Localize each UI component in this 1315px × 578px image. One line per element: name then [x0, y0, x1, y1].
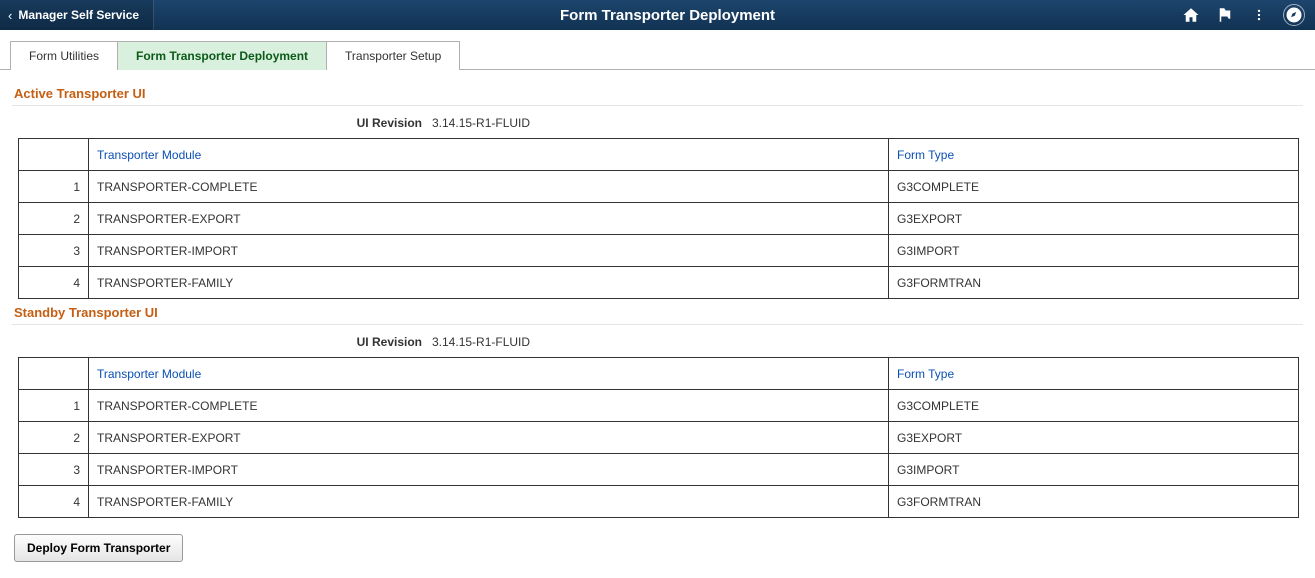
standby-revision-row: UI Revision 3.14.15-R1-FLUID: [12, 335, 1303, 349]
table-row: 2 TRANSPORTER-EXPORT G3EXPORT: [19, 422, 1299, 454]
col-form-type[interactable]: Form Type: [889, 358, 1299, 390]
active-revision-value: 3.14.15-R1-FLUID: [432, 116, 530, 130]
table-row: 1 TRANSPORTER-COMPLETE G3COMPLETE: [19, 171, 1299, 203]
section-title-active: Active Transporter UI: [14, 86, 1303, 101]
row-number: 2: [19, 422, 89, 454]
deploy-form-transporter-button[interactable]: Deploy Form Transporter: [14, 534, 183, 562]
row-number: 2: [19, 203, 89, 235]
compass-icon[interactable]: [1283, 4, 1305, 26]
app-header: ‹ Manager Self Service Form Transporter …: [0, 0, 1315, 30]
cell-module: TRANSPORTER-EXPORT: [89, 203, 889, 235]
page-title: Form Transporter Deployment: [154, 7, 1181, 24]
active-transporter-table: Transporter Module Form Type 1 TRANSPORT…: [18, 138, 1299, 299]
active-revision-label: UI Revision: [12, 116, 432, 130]
cell-form-type: G3EXPORT: [889, 422, 1299, 454]
col-blank: [19, 358, 89, 390]
table-row: 3 TRANSPORTER-IMPORT G3IMPORT: [19, 235, 1299, 267]
cell-module: TRANSPORTER-COMPLETE: [89, 171, 889, 203]
cell-form-type: G3FORMTRAN: [889, 486, 1299, 518]
cell-module: TRANSPORTER-FAMILY: [89, 486, 889, 518]
row-number: 4: [19, 486, 89, 518]
row-number: 3: [19, 235, 89, 267]
cell-module: TRANSPORTER-FAMILY: [89, 267, 889, 299]
col-transporter-module[interactable]: Transporter Module: [89, 139, 889, 171]
tab-bar: Form Utilities Form Transporter Deployme…: [0, 30, 1315, 70]
active-revision-row: UI Revision 3.14.15-R1-FLUID: [12, 116, 1303, 130]
home-icon[interactable]: [1181, 5, 1201, 25]
cell-module: TRANSPORTER-IMPORT: [89, 454, 889, 486]
flag-icon[interactable]: [1215, 5, 1235, 25]
standby-revision-value: 3.14.15-R1-FLUID: [432, 335, 530, 349]
section-title-standby: Standby Transporter UI: [14, 305, 1303, 320]
table-row: 4 TRANSPORTER-FAMILY G3FORMTRAN: [19, 267, 1299, 299]
table-row: 3 TRANSPORTER-IMPORT G3IMPORT: [19, 454, 1299, 486]
col-form-type[interactable]: Form Type: [889, 139, 1299, 171]
cell-module: TRANSPORTER-IMPORT: [89, 235, 889, 267]
cell-module: TRANSPORTER-EXPORT: [89, 422, 889, 454]
main-content: Active Transporter UI UI Revision 3.14.1…: [0, 70, 1315, 578]
cell-form-type: G3COMPLETE: [889, 390, 1299, 422]
header-actions: [1181, 4, 1315, 26]
chevron-left-icon: ‹: [8, 8, 12, 23]
cell-form-type: G3COMPLETE: [889, 171, 1299, 203]
cell-form-type: G3IMPORT: [889, 454, 1299, 486]
cell-form-type: G3IMPORT: [889, 235, 1299, 267]
standby-transporter-table: Transporter Module Form Type 1 TRANSPORT…: [18, 357, 1299, 518]
table-header-row: Transporter Module Form Type: [19, 358, 1299, 390]
cell-module: TRANSPORTER-COMPLETE: [89, 390, 889, 422]
row-number: 1: [19, 390, 89, 422]
breadcrumb-label: Manager Self Service: [18, 8, 139, 22]
tab-transporter-setup[interactable]: Transporter Setup: [326, 41, 460, 70]
table-row: 4 TRANSPORTER-FAMILY G3FORMTRAN: [19, 486, 1299, 518]
cell-form-type: G3FORMTRAN: [889, 267, 1299, 299]
row-number: 4: [19, 267, 89, 299]
cell-form-type: G3EXPORT: [889, 203, 1299, 235]
breadcrumb-back[interactable]: ‹ Manager Self Service: [0, 0, 154, 30]
row-number: 3: [19, 454, 89, 486]
table-row: 1 TRANSPORTER-COMPLETE G3COMPLETE: [19, 390, 1299, 422]
table-row: 2 TRANSPORTER-EXPORT G3EXPORT: [19, 203, 1299, 235]
more-vertical-icon[interactable]: [1249, 5, 1269, 25]
standby-revision-label: UI Revision: [12, 335, 432, 349]
col-transporter-module[interactable]: Transporter Module: [89, 358, 889, 390]
row-number: 1: [19, 171, 89, 203]
tab-form-utilities[interactable]: Form Utilities: [10, 41, 118, 70]
col-blank: [19, 139, 89, 171]
table-header-row: Transporter Module Form Type: [19, 139, 1299, 171]
tab-form-transporter-deployment[interactable]: Form Transporter Deployment: [117, 41, 327, 70]
